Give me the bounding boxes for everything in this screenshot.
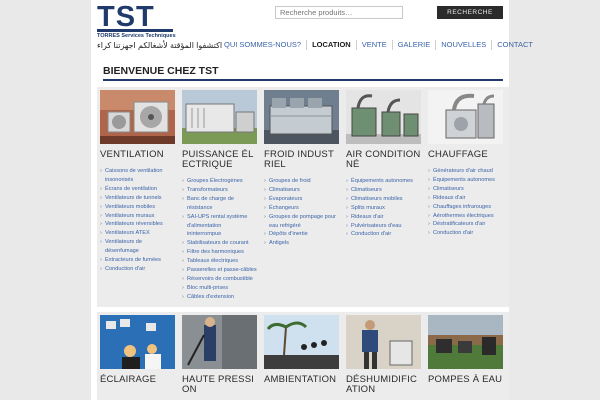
category-ventilation: VENTILATION Caissons de ventilation inso…: [97, 87, 178, 307]
lighting-image[interactable]: [100, 315, 175, 369]
generator-image[interactable]: [182, 90, 257, 144]
category-title[interactable]: AIR CONDITIONNÉ: [346, 150, 421, 170]
list-item[interactable]: Bloc multi-prises: [182, 284, 257, 293]
list-item[interactable]: Ventilateurs de désenfumage: [100, 238, 175, 256]
nav-item-vente[interactable]: VENTE: [355, 40, 392, 50]
list-item[interactable]: Chauffages infrarouges: [428, 203, 503, 212]
list-item[interactable]: Ventilateurs de tunnels: [100, 194, 175, 203]
category-title[interactable]: FROID INDUSTRIEL: [264, 150, 339, 170]
list-item[interactable]: Pulvérisateurs d'eau: [346, 222, 421, 231]
page-title: BIENVENUE CHEZ TST: [103, 65, 503, 81]
list-item[interactable]: Ventilateurs ATEX: [100, 229, 175, 238]
list-item[interactable]: Réservoirs de combustible: [182, 275, 257, 284]
page: TST TORRES Services Techniques اكتشفوا ا…: [91, 0, 533, 400]
category-haute-pression: HAUTE PRESSION: [179, 312, 260, 400]
category-ambientation: AMBIENTATION: [261, 312, 342, 400]
list-item[interactable]: Ventilateurs réversibles: [100, 220, 175, 229]
heater-image[interactable]: [428, 90, 503, 144]
list-item[interactable]: Climatiseurs: [428, 185, 503, 194]
aircon-image[interactable]: [346, 90, 421, 144]
category-deshumidification: DÉSHUMIDIFICATION: [343, 312, 424, 400]
list-item[interactable]: Ventilateurs muraux: [100, 212, 175, 221]
list-item[interactable]: Tableaux électriques: [182, 257, 257, 266]
ventilation-image[interactable]: [100, 90, 175, 144]
list-item[interactable]: Échangeurs: [264, 204, 339, 213]
list-item[interactable]: Extracteurs de fumées: [100, 256, 175, 265]
category-air: AIR CONDITIONNÉ Équipements autonomes Cl…: [343, 87, 424, 307]
list-item[interactable]: Rideaux d'air: [346, 213, 421, 222]
list-item[interactable]: Câbles d'extension: [182, 293, 257, 302]
dehumidifier-image[interactable]: [346, 315, 421, 369]
list-item[interactable]: Générateurs d'air chaud: [428, 167, 503, 176]
list-item[interactable]: Caissons de ventilation insonorisés: [100, 167, 175, 185]
category-chauffage: CHAUFFAGE Générateurs d'air chaud Équipe…: [425, 87, 506, 307]
search-button[interactable]: RECHERCHE: [437, 6, 503, 19]
category-grid: VENTILATION Caissons de ventilation inso…: [97, 87, 509, 307]
list-item[interactable]: Ventilateurs mobiles: [100, 203, 175, 212]
category-title[interactable]: DÉSHUMIDIFICATION: [346, 375, 421, 395]
nav-item-location[interactable]: LOCATION: [306, 40, 356, 50]
list-item[interactable]: Banc de charge de résistance: [182, 195, 257, 213]
item-list: Groupes de froid Climatiseurs Évaporateu…: [264, 177, 339, 248]
list-item[interactable]: Transformateurs: [182, 186, 257, 195]
list-item[interactable]: Déstratificateurs d'air: [428, 220, 503, 229]
list-item[interactable]: Antigels: [264, 239, 339, 248]
category-pompes: POMPES À EAU: [425, 312, 506, 400]
category-title[interactable]: VENTILATION: [100, 150, 175, 160]
list-item[interactable]: Conduction d'air: [428, 229, 503, 238]
list-item[interactable]: Passerelles et passe-câbles: [182, 266, 257, 275]
list-item[interactable]: Groupes Électrogènes: [182, 177, 257, 186]
list-item[interactable]: Filtre des harmoniques: [182, 248, 257, 257]
list-item[interactable]: Dépôts d'inertie: [264, 230, 339, 239]
category-eclairage: ÉCLAIRAGE: [97, 312, 178, 400]
category-title[interactable]: PUISSANCE ÉLECTRIQUE: [182, 150, 257, 170]
category-froid: FROID INDUSTRIEL Groupes de froid Climat…: [261, 87, 342, 307]
nav-item-about[interactable]: QUI SOMMES-NOUS?: [224, 40, 306, 50]
category-title[interactable]: POMPES À EAU: [428, 375, 503, 385]
item-list: Équipements autonomes Climatiseurs Clima…: [346, 177, 421, 239]
arabic-tagline: اكتشفوا المؤقتة لأشغالكم اجهزتنا كراء: [97, 41, 223, 50]
list-item[interactable]: Équipements autonomes: [346, 177, 421, 186]
list-item[interactable]: SAI-UPS rental système d'alimentation in…: [182, 213, 257, 240]
water-pump-image[interactable]: [428, 315, 503, 369]
list-item[interactable]: Conduction d'air: [100, 265, 175, 274]
list-item[interactable]: Écrans de ventilation: [100, 185, 175, 194]
pressure-washer-image[interactable]: [182, 315, 257, 369]
chiller-image[interactable]: [264, 90, 339, 144]
category-title[interactable]: HAUTE PRESSION: [182, 375, 257, 395]
list-item[interactable]: Équipements autonomes: [428, 176, 503, 185]
nav-item-galerie[interactable]: GALERIE: [391, 40, 436, 50]
list-item[interactable]: Climatiseurs: [264, 186, 339, 195]
list-item[interactable]: Climatiseurs: [346, 186, 421, 195]
logo[interactable]: TST TORRES Services Techniques: [97, 3, 177, 39]
nav-item-nouvelles[interactable]: NOUVELLES: [435, 40, 491, 50]
list-item[interactable]: Aérothermes électriques: [428, 212, 503, 221]
list-item[interactable]: Splits muraux: [346, 204, 421, 213]
list-item[interactable]: Évaporateurs: [264, 195, 339, 204]
list-item[interactable]: Conduction d'air: [346, 230, 421, 239]
nav-item-contact[interactable]: CONTACT: [491, 40, 538, 50]
logo-subtitle: TORRES Services Techniques: [97, 33, 176, 39]
category-grid-secondary: ÉCLAIRAGE HAUTE PRESSION AMBIENTATION DÉ…: [97, 312, 509, 400]
item-list: Caissons de ventilation insonorisés Écra…: [100, 167, 175, 274]
list-item[interactable]: Groupes de pompage pour eau refrigéré: [264, 213, 339, 231]
logo-mark: TST: [97, 3, 173, 32]
ambientation-image[interactable]: [264, 315, 339, 369]
category-title[interactable]: ÉCLAIRAGE: [100, 375, 175, 385]
list-item[interactable]: Rideaux d'air: [428, 194, 503, 203]
category-puissance: PUISSANCE ÉLECTRIQUE Groupes Électrogène…: [179, 87, 260, 307]
category-title[interactable]: CHAUFFAGE: [428, 150, 503, 160]
category-title[interactable]: AMBIENTATION: [264, 375, 339, 385]
item-list: Générateurs d'air chaud Équipements auto…: [428, 167, 503, 238]
main-nav: QUI SOMMES-NOUS? LOCATION VENTE GALERIE …: [224, 40, 538, 50]
list-item[interactable]: Climatiseurs mobiles: [346, 195, 421, 204]
search-input[interactable]: [275, 6, 403, 19]
list-item[interactable]: Groupes de froid: [264, 177, 339, 186]
list-item[interactable]: Stabilisateurs de courant: [182, 239, 257, 248]
item-list: Groupes Électrogènes Transformateurs Ban…: [182, 177, 257, 302]
